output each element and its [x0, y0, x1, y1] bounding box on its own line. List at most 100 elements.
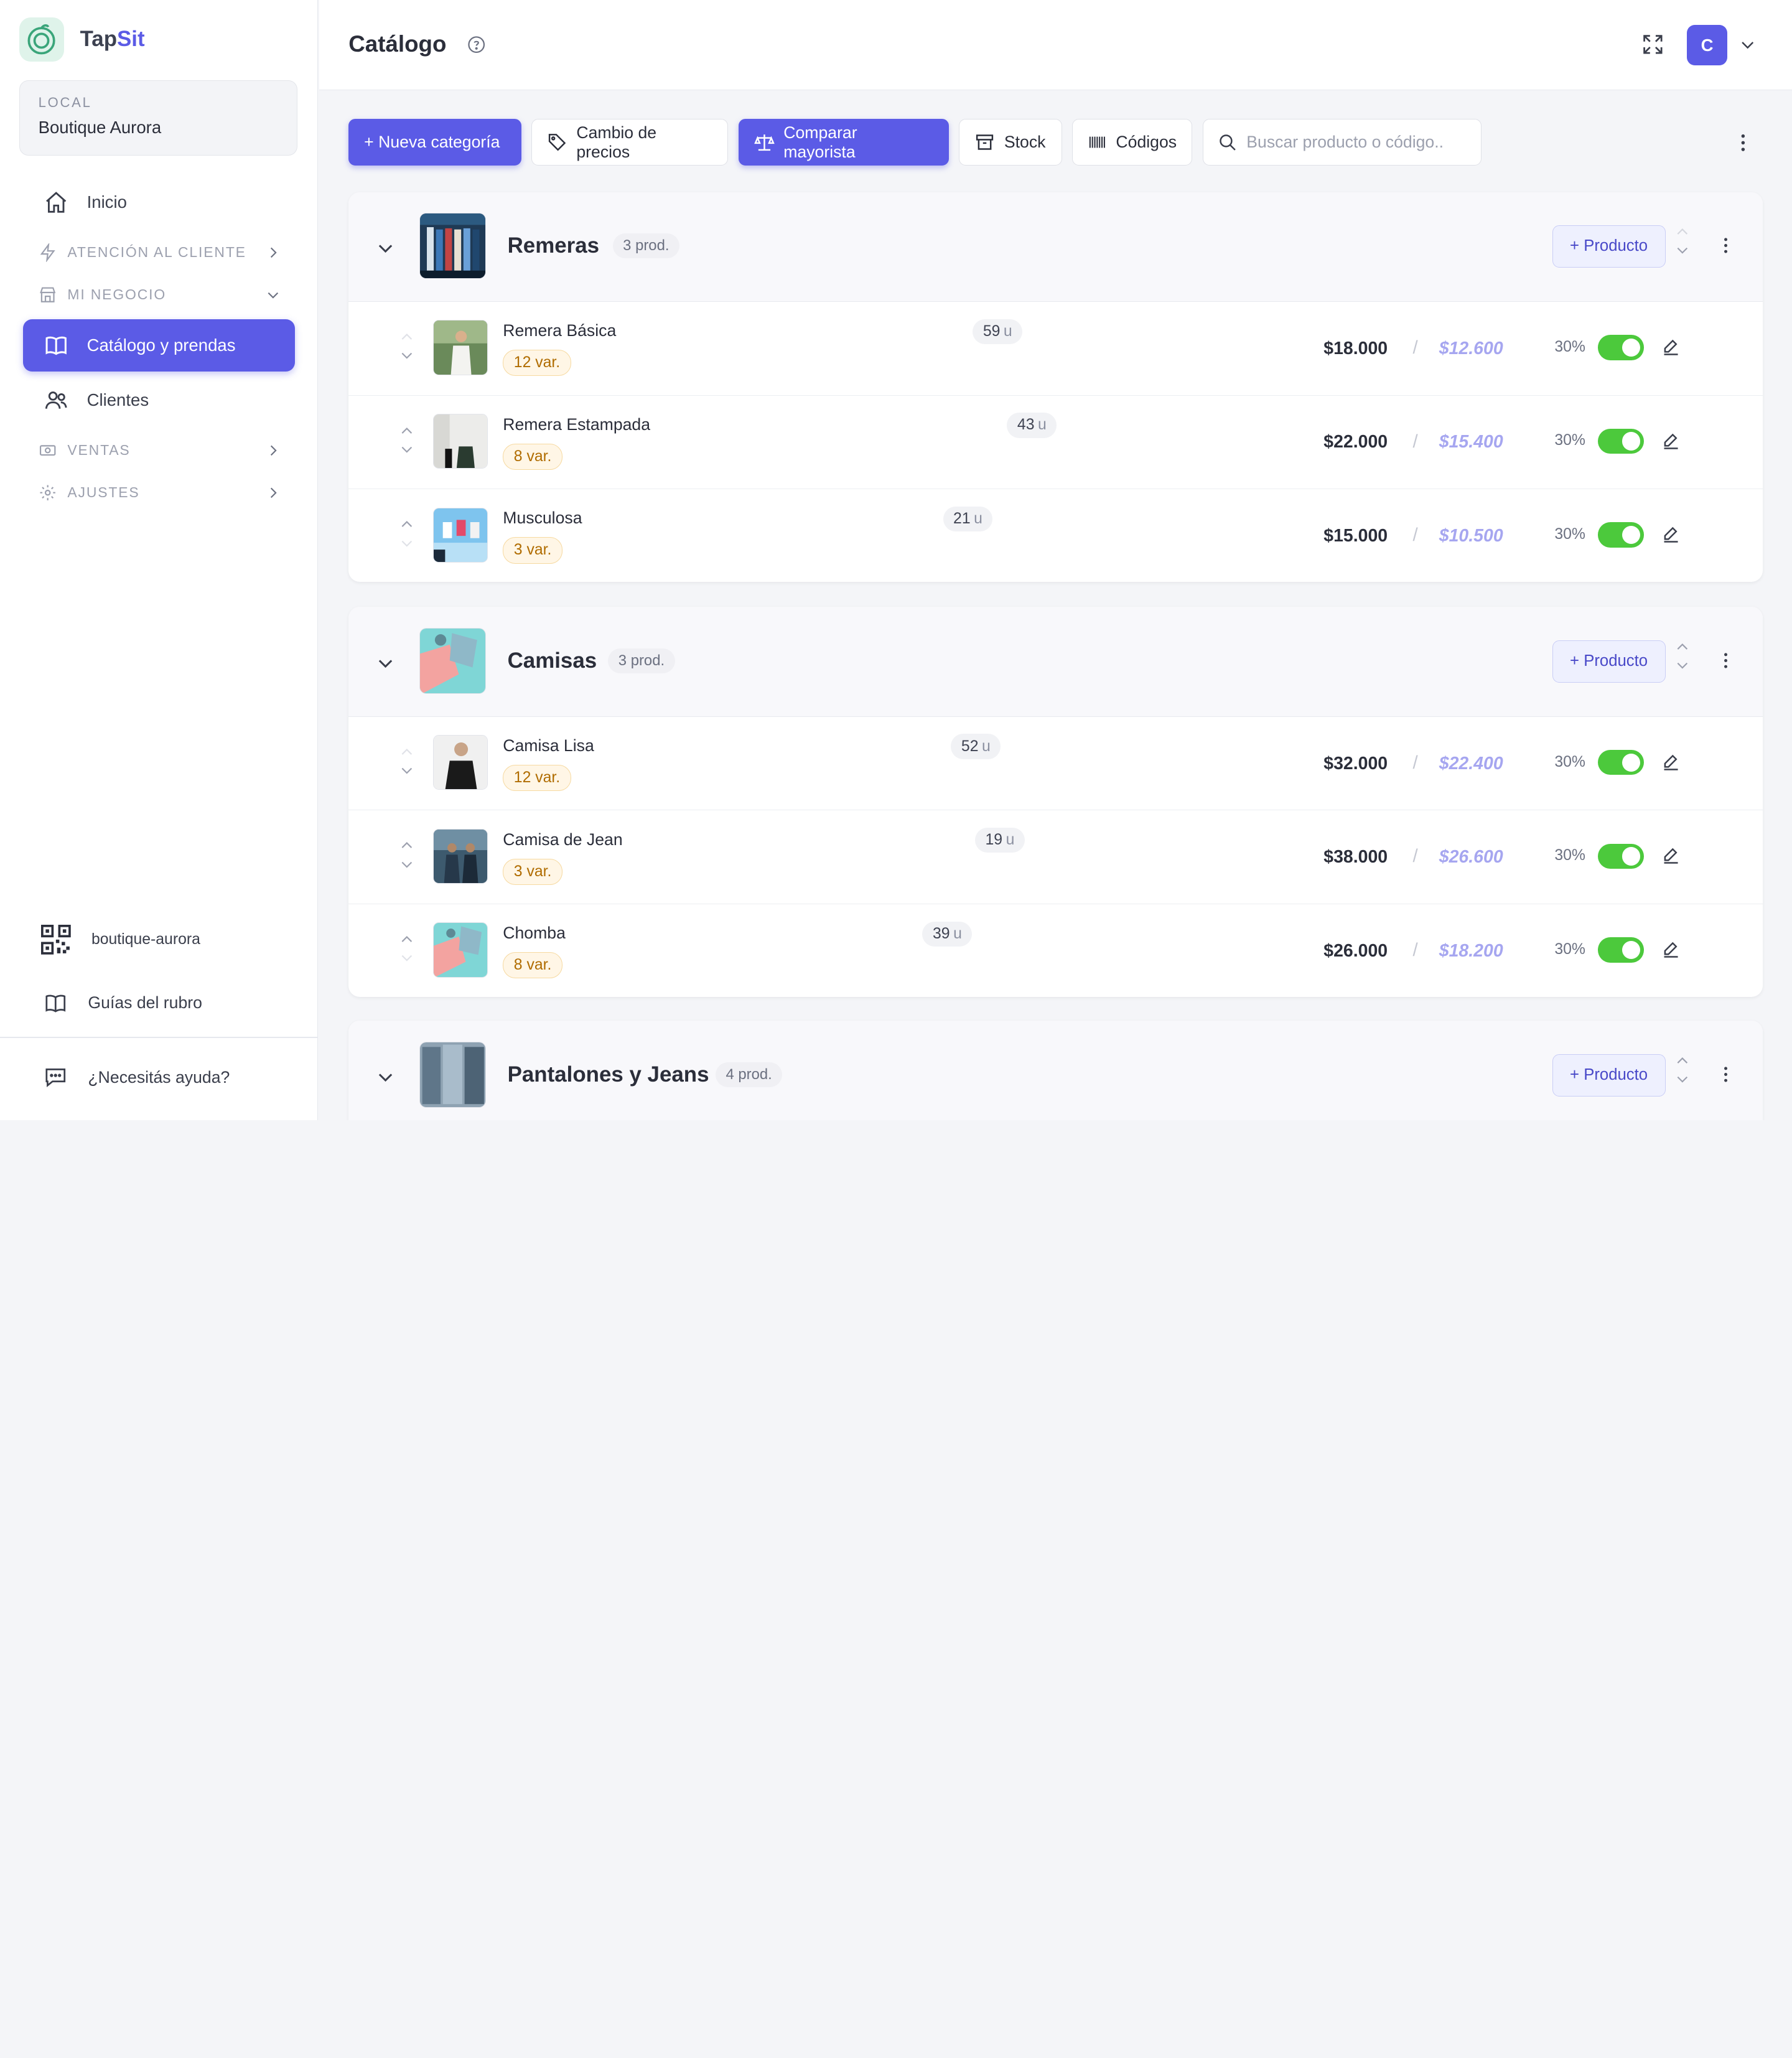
help-icon[interactable] — [467, 35, 485, 54]
sidebar-item-inicio[interactable]: Inicio — [23, 176, 295, 229]
page-title: Catálogo — [348, 30, 447, 57]
discount-percent: 30% — [1554, 753, 1585, 770]
retail-price: $32.000 — [1323, 753, 1388, 774]
active-toggle[interactable] — [1598, 937, 1644, 963]
chevron-down-icon[interactable] — [399, 856, 415, 872]
chevron-up-icon[interactable] — [399, 932, 415, 948]
chevron-up-icon[interactable] — [399, 744, 415, 760]
app-root: TapSit LOCAL Boutique Aurora Inicio ATEN… — [0, 0, 1792, 1121]
brand[interactable]: TapSit — [19, 17, 145, 62]
codes-button[interactable]: Códigos — [1072, 119, 1192, 166]
chevron-down-icon[interactable] — [399, 535, 415, 551]
qr-slug: boutique-aurora — [91, 931, 200, 948]
category-card: Camisas 3 prod. + Producto Camisa Lisa 5… — [348, 607, 1763, 997]
product-thumbnail — [433, 828, 488, 884]
product-row[interactable]: Remera Básica 59 u 12 var. $18.000 / $12.… — [348, 302, 1763, 396]
add-product-button[interactable]: + Producto — [1552, 1054, 1666, 1097]
variants-badge: 12 var. — [503, 350, 571, 377]
active-toggle[interactable] — [1598, 750, 1644, 775]
price-separator: / — [1412, 939, 1418, 960]
chevron-up-icon[interactable] — [1674, 1053, 1691, 1069]
book-open-icon — [45, 994, 65, 1013]
category-name: Remeras — [507, 233, 600, 258]
avatar[interactable]: C — [1687, 25, 1727, 65]
chevron-up-icon[interactable] — [399, 423, 415, 439]
local-name: Boutique Aurora — [38, 117, 162, 137]
chevron-up-icon[interactable] — [1674, 224, 1691, 240]
barcode-icon — [1089, 136, 1105, 148]
chevron-down-icon[interactable] — [1674, 242, 1691, 258]
help-link[interactable]: ¿Necesitás ayuda? — [44, 1065, 230, 1090]
chevron-down-icon[interactable] — [1674, 657, 1691, 673]
sidebar-section-negocio[interactable]: MI NEGOCIO — [39, 284, 281, 307]
chevron-up-icon[interactable] — [399, 329, 415, 345]
local-selector[interactable]: LOCAL Boutique Aurora — [19, 80, 297, 156]
qr-link[interactable]: boutique-aurora — [41, 925, 200, 955]
chevron-down-icon[interactable] — [1738, 35, 1757, 54]
kebab-icon[interactable] — [1715, 235, 1736, 256]
chevron-down-icon[interactable] — [1674, 1071, 1691, 1087]
chevron-down-icon[interactable] — [399, 347, 415, 363]
add-product-button[interactable]: + Producto — [1552, 640, 1666, 683]
price-separator: / — [1412, 525, 1418, 546]
chat-icon — [45, 1069, 65, 1088]
compare-wholesale-button[interactable]: Comparar mayorista — [738, 119, 949, 166]
wholesale-price: $26.600 — [1439, 847, 1503, 868]
sidebar-item-clientes[interactable]: Clientes — [23, 374, 295, 427]
product-name: Camisa Lisa — [503, 736, 594, 755]
product-row[interactable]: Camisa de Jean 19 u 3 var. $38.000 / $26.… — [348, 810, 1763, 905]
product-count-badge: 4 prod. — [715, 1062, 783, 1087]
stock-button[interactable]: Stock — [959, 119, 1062, 166]
chevron-down-icon[interactable] — [399, 762, 415, 779]
expand-icon[interactable] — [1641, 33, 1664, 56]
discount-percent: 30% — [1554, 525, 1585, 543]
sidebar-item-guias[interactable]: Guías del rubro — [44, 991, 202, 1016]
active-toggle[interactable] — [1598, 428, 1644, 454]
units-badge: 59 u — [973, 319, 1023, 344]
sidebar-section-atencion[interactable]: ATENCIÓN AL CLIENTE — [39, 241, 281, 264]
price-separator: / — [1412, 846, 1418, 867]
edit-icon[interactable] — [1661, 431, 1681, 452]
product-row[interactable]: Musculosa 21 u 3 var. $15.000 / $10.500 3… — [348, 489, 1762, 582]
category-reorder — [1674, 639, 1691, 673]
product-row[interactable]: Camisa Lisa 52 u 12 var. $32.000 / $22.40… — [348, 717, 1763, 811]
edit-icon[interactable] — [1661, 752, 1681, 773]
section-label: ATENCIÓN AL CLIENTE — [67, 244, 246, 261]
sidebar-section-ventas[interactable]: VENTAS — [39, 439, 281, 462]
active-toggle[interactable] — [1598, 843, 1644, 869]
units-badge: 19 u — [974, 827, 1025, 853]
product-reorder — [399, 744, 415, 779]
edit-icon[interactable] — [1661, 940, 1681, 960]
chevron-down-icon[interactable] — [375, 238, 396, 258]
qr-icon — [41, 925, 71, 955]
sidebar-section-ajustes[interactable]: AJUSTES — [39, 481, 281, 504]
new-category-button[interactable]: + Nueva categoría — [348, 119, 521, 166]
chevron-down-icon[interactable] — [375, 653, 396, 673]
wholesale-price: $18.200 — [1439, 940, 1503, 961]
active-toggle[interactable] — [1598, 335, 1644, 360]
price-change-button[interactable]: Cambio de precios — [531, 119, 729, 166]
product-reorder — [399, 517, 415, 551]
chevron-down-icon[interactable] — [399, 950, 415, 966]
kebab-icon[interactable] — [1715, 1064, 1736, 1085]
chevron-up-icon[interactable] — [399, 517, 415, 533]
gear-icon — [40, 485, 56, 500]
variants-badge: 8 var. — [503, 443, 562, 470]
chevron-down-icon[interactable] — [375, 1067, 396, 1087]
kebab-icon[interactable] — [1732, 131, 1755, 154]
edit-icon[interactable] — [1661, 337, 1681, 358]
chevron-up-icon[interactable] — [1674, 639, 1691, 655]
chevron-down-icon[interactable] — [399, 441, 415, 457]
sidebar: TapSit LOCAL Boutique Aurora Inicio ATEN… — [0, 0, 318, 1121]
add-product-button[interactable]: + Producto — [1552, 225, 1666, 268]
edit-icon[interactable] — [1661, 846, 1681, 866]
edit-icon[interactable] — [1661, 525, 1681, 545]
search-input[interactable] — [1246, 133, 1475, 152]
chevron-up-icon[interactable] — [399, 838, 415, 854]
kebab-icon[interactable] — [1715, 650, 1736, 671]
product-row[interactable]: Remera Estampada 43 u 8 var. $22.000 / $1… — [348, 396, 1763, 490]
active-toggle[interactable] — [1598, 522, 1644, 548]
sidebar-item-catalogo[interactable]: Catálogo y prendas — [22, 319, 295, 372]
product-row[interactable]: Chomba 39 u 8 var. $26.000 / $18.200 30% — [348, 904, 1762, 997]
category-thumbnail — [419, 212, 486, 279]
